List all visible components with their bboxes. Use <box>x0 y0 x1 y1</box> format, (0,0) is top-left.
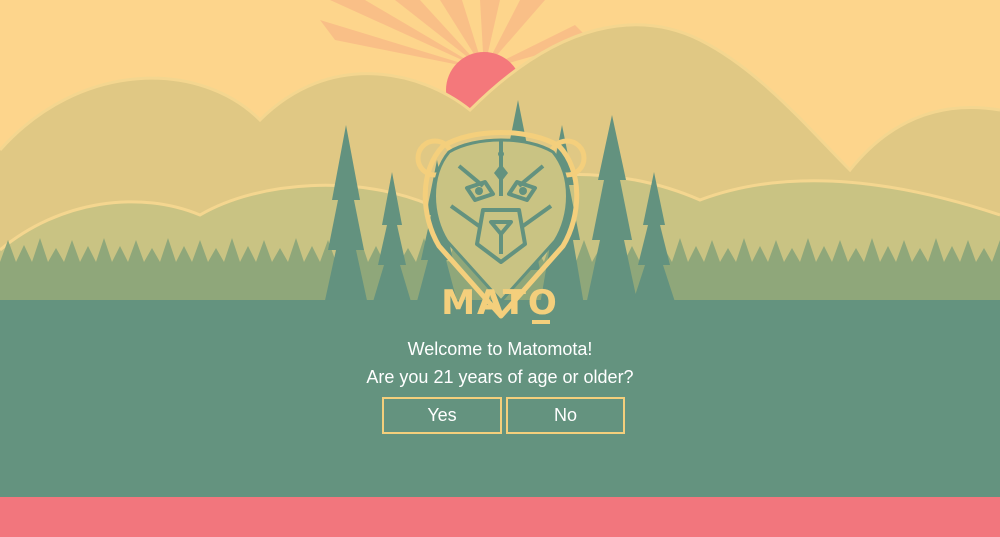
yes-button[interactable]: Yes <box>382 397 502 434</box>
bottom-band <box>0 497 1000 537</box>
age-question: Are you 21 years of age or older? <box>366 367 634 387</box>
brand-underline <box>532 320 550 324</box>
no-button[interactable]: No <box>506 397 625 434</box>
brand-wordmark: MATO <box>441 283 559 323</box>
age-gate-screen: MATO Welcome to Matomota! Are you 21 yea… <box>0 0 1000 537</box>
welcome-message: Welcome to Matomota! <box>407 339 593 359</box>
